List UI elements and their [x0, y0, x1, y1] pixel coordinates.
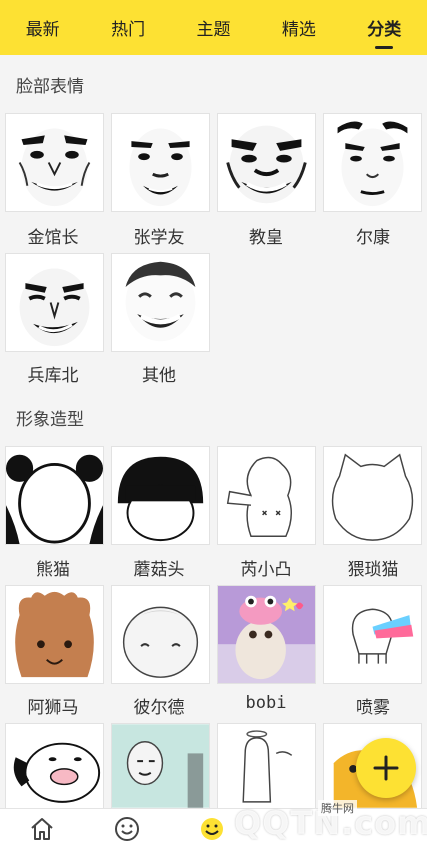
face-tile-zhangxueyou[interactable]	[111, 113, 210, 212]
image-tile-meme-guy[interactable]	[111, 723, 210, 809]
active-tab-indicator	[375, 46, 394, 49]
face-tile-bingkubei[interactable]	[5, 253, 104, 352]
panda-image	[6, 454, 103, 544]
ghost-guy-image	[242, 730, 293, 803]
meme-face-image	[226, 125, 307, 204]
meme-face-image	[129, 128, 192, 207]
image-tile-creepy-cat[interactable]	[323, 446, 422, 545]
image-label-bobi: bobi	[245, 693, 287, 713]
image-tile-mushroom-head[interactable]	[111, 446, 210, 545]
tab-selected[interactable]: 精选	[282, 0, 316, 55]
bobi-cat-photo	[218, 586, 315, 683]
image-tile-spray[interactable]	[323, 585, 422, 684]
face-label-bingkubei: 兵库北	[27, 366, 79, 386]
home-icon[interactable]	[28, 815, 56, 843]
mushroom-head-image	[117, 456, 204, 542]
watermark-text: 腾牛网	[318, 800, 357, 816]
image-tile-bobi[interactable]	[217, 585, 316, 684]
face-label-jiaohuang: 教皇	[249, 228, 283, 248]
meme-face-image	[125, 261, 196, 342]
image-tile-ruixiaotu[interactable]	[217, 446, 316, 545]
smile-icon[interactable]	[113, 815, 141, 843]
emoji-active-icon[interactable]	[198, 815, 226, 843]
tab-category-label: 分类	[367, 20, 402, 40]
section-title-face: 脸部表情	[16, 77, 84, 97]
face-label-jinguanzhang: 金馆长	[27, 228, 79, 248]
image-label-creepy-cat: 猥琐猫	[347, 560, 399, 580]
tab-hot-label: 热门	[111, 20, 146, 40]
image-label-alpaca: 阿狮马	[27, 698, 79, 718]
tab-latest[interactable]: 最新	[26, 0, 60, 55]
face-label-other: 其他	[142, 366, 176, 386]
image-label-spray: 喷雾	[356, 698, 390, 718]
alpaca-image	[15, 591, 94, 678]
image-tile-ghost-guy[interactable]	[217, 723, 316, 809]
tab-theme[interactable]: 主题	[196, 0, 230, 55]
face-tile-other[interactable]	[111, 253, 210, 352]
image-label-panda: 熊猫	[36, 560, 70, 580]
plus-icon	[373, 755, 399, 781]
ruixiaotu-image	[226, 456, 292, 537]
meme-face-image	[337, 121, 408, 207]
phone-guy-image	[13, 742, 101, 803]
image-tile-bierde[interactable]	[111, 585, 210, 684]
face-tile-jinguanzhang[interactable]	[5, 113, 104, 212]
face-label-zhangxueyou: 张学友	[133, 228, 185, 248]
bierde-image	[122, 606, 199, 678]
creepy-cat-image	[331, 453, 414, 541]
tab-selected-label: 精选	[281, 20, 316, 40]
tab-hot[interactable]: 热门	[111, 0, 145, 55]
image-label-ruixiaotu: 芮小凸	[240, 560, 292, 580]
meme-face-image	[19, 268, 90, 347]
image-label-mushroom-head: 蘑菇头	[133, 560, 185, 580]
tab-category[interactable]: 分类	[367, 0, 401, 55]
face-label-erkang: 尔康	[356, 228, 390, 248]
image-label-bierde: 彼尔德	[133, 698, 185, 718]
spray-image	[351, 608, 414, 664]
tab-theme-label: 主题	[196, 20, 231, 40]
image-tile-phone-guy[interactable]	[5, 723, 104, 809]
face-tile-erkang[interactable]	[323, 113, 422, 212]
image-tile-alpaca[interactable]	[5, 585, 104, 684]
meme-guy-image	[112, 724, 209, 808]
image-tile-panda[interactable]	[5, 446, 104, 545]
tab-latest-label: 最新	[25, 20, 60, 40]
section-title-image: 形象造型	[16, 410, 84, 430]
meme-face-image	[18, 128, 91, 207]
add-button[interactable]	[356, 738, 416, 798]
top-tab-bar: 最新 热门 主题 精选 分类	[0, 0, 427, 55]
face-tile-jiaohuang[interactable]	[217, 113, 316, 212]
